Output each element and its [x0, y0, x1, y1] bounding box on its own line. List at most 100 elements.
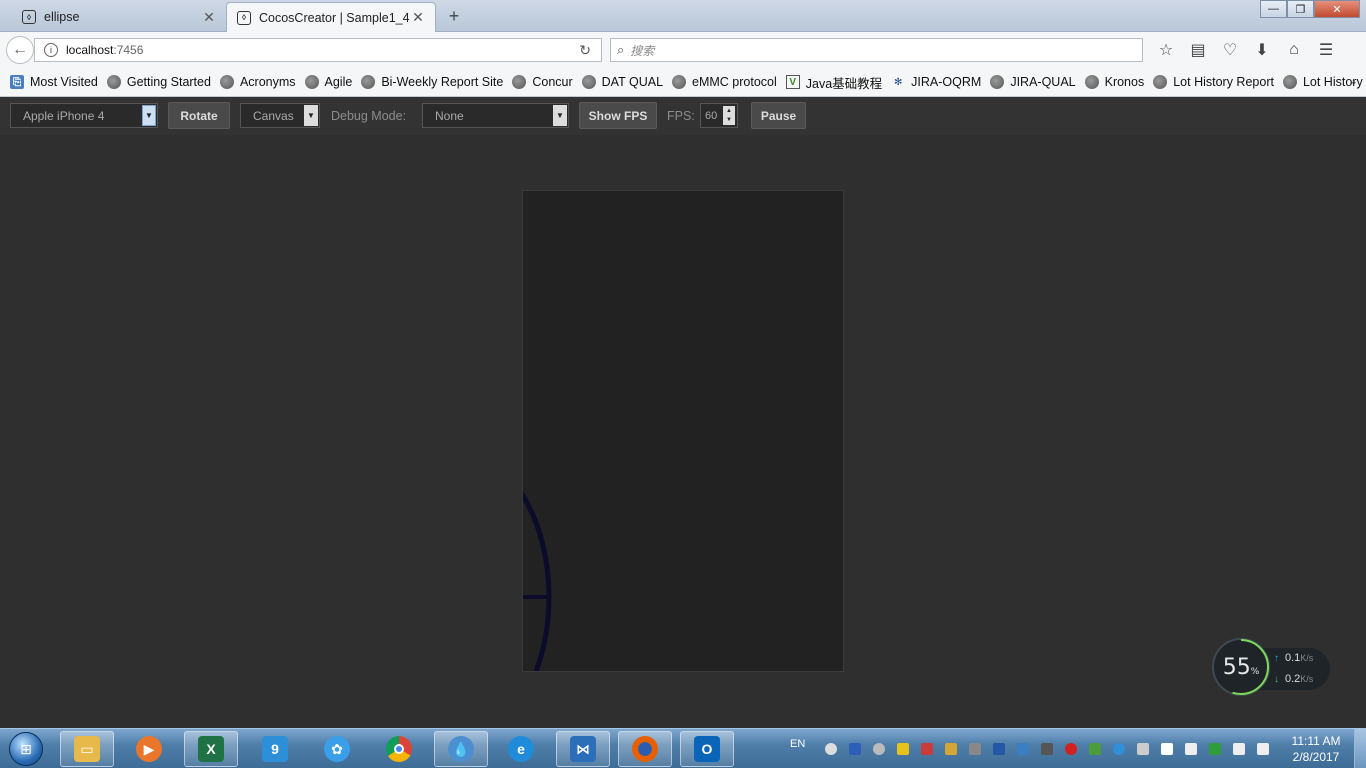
- taskbar-chrome[interactable]: [372, 731, 426, 767]
- bookmark-acronyms[interactable]: Acronyms: [219, 75, 296, 89]
- signal-icon[interactable]: [1233, 743, 1246, 755]
- fps-spinner[interactable]: ▲ ▼: [723, 106, 735, 125]
- debug-mode-select[interactable]: None ▼: [422, 103, 569, 128]
- close-tab-icon[interactable]: ✕: [202, 9, 216, 26]
- globe-icon: [672, 75, 687, 89]
- tray-n-icon[interactable]: [969, 743, 982, 755]
- taskbar-clock[interactable]: 11:11 AM 2/8/2017: [1286, 733, 1346, 765]
- minimize-button[interactable]: —: [1260, 0, 1287, 18]
- tray-circle-icon[interactable]: [873, 743, 886, 755]
- bookmark-jira-oqrm[interactable]: ✻ JIRA-OQRM: [891, 75, 981, 89]
- tray-green-icon[interactable]: [1089, 743, 1102, 755]
- tray-globe-icon[interactable]: [1113, 743, 1126, 755]
- language-indicator[interactable]: EN: [790, 738, 805, 750]
- taskbar-excel[interactable]: X: [184, 731, 238, 767]
- windows-logo-icon: ⊞: [9, 732, 43, 766]
- pause-button[interactable]: Pause: [751, 102, 806, 129]
- taskbar-media-player[interactable]: ▶: [122, 731, 176, 767]
- mail-icon[interactable]: [945, 743, 958, 755]
- bookmark-emmc-protocol[interactable]: eMMC protocol: [672, 75, 777, 89]
- device-select[interactable]: Apple iPhone 4 ▼: [10, 103, 158, 128]
- taskbar-vscode[interactable]: ⋈: [556, 731, 610, 767]
- show-fps-button[interactable]: Show FPS: [579, 102, 657, 129]
- excel-icon: X: [198, 736, 224, 762]
- bookmark-getting-started[interactable]: Getting Started: [106, 75, 211, 89]
- bookmark-label: Agile: [324, 75, 353, 89]
- renderer-select[interactable]: Canvas ▼: [240, 103, 320, 128]
- taskbar-ie[interactable]: e: [494, 731, 548, 767]
- bookmark-agile[interactable]: Agile: [304, 75, 353, 89]
- search-input[interactable]: ⌕ 搜索: [610, 38, 1143, 62]
- search-icon: ⌕: [617, 42, 625, 57]
- bookmark-star-icon[interactable]: ☆: [1150, 38, 1182, 62]
- bookmark-label: Kronos: [1104, 75, 1145, 89]
- taskbar-outlook[interactable]: O: [680, 731, 734, 767]
- action-center-flag-icon[interactable]: [1161, 743, 1174, 755]
- security-icon[interactable]: [897, 743, 910, 755]
- bookmark-label: Lot History Report: [1173, 75, 1274, 89]
- close-window-button[interactable]: ✕: [1314, 0, 1360, 18]
- url-bar[interactable]: i localhost:7456 ↻: [34, 38, 602, 62]
- volume-icon[interactable]: [1257, 743, 1270, 755]
- bookmarks-overflow-button[interactable]: »: [1349, 75, 1356, 89]
- spin-down-icon[interactable]: ▼: [726, 117, 732, 123]
- download-speed: ↓ 0.2 K/s: [1274, 673, 1313, 685]
- tab-ellipse[interactable]: ◊ ellipse ✕: [12, 2, 226, 32]
- globe-icon: [581, 75, 596, 89]
- pocket-icon[interactable]: ♡: [1214, 38, 1246, 62]
- tray-blue-icon[interactable]: [1017, 743, 1030, 755]
- bookmark-lot-history-report[interactable]: Lot History Report: [1153, 75, 1274, 89]
- close-tab-icon[interactable]: ✕: [411, 9, 425, 26]
- tray-tools-icon[interactable]: [1041, 743, 1054, 755]
- url-host: localhost: [66, 43, 114, 57]
- menu-icon[interactable]: ☰: [1310, 38, 1342, 62]
- bookmark-label: Java基础教程: [805, 76, 883, 91]
- bookmark-dat-qual[interactable]: DAT QUAL: [581, 75, 663, 89]
- globe-icon: [1282, 75, 1297, 89]
- taskbar-firefox[interactable]: [618, 731, 672, 767]
- navigation-bar: ← i localhost:7456 ↻ ⌕ 搜索 ☆ ▤ ♡ ⬇ ⌂ ☰: [0, 32, 1366, 68]
- taskbar-explorer[interactable]: ▭: [60, 731, 114, 767]
- bookmark-jira-qual[interactable]: JIRA-QUAL: [990, 75, 1076, 89]
- bookmark-concur[interactable]: Concur: [512, 75, 573, 89]
- tray-red-icon[interactable]: [921, 743, 934, 755]
- taskbar-app-blue[interactable]: 9: [248, 731, 302, 767]
- fps-input[interactable]: 60 ▲ ▼: [700, 103, 738, 128]
- download-icon[interactable]: ⬇: [1246, 38, 1278, 62]
- reading-list-icon[interactable]: ▤: [1182, 38, 1214, 62]
- shield-icon[interactable]: [849, 743, 862, 755]
- network-monitor-widget[interactable]: 55% ↑ 0.1 K/s ↓ 0.2 K/s: [1212, 638, 1330, 696]
- search-placeholder: 搜索: [630, 43, 655, 58]
- site-info-icon[interactable]: i: [44, 43, 58, 57]
- rotate-button[interactable]: Rotate: [168, 102, 230, 129]
- bookmark-kronos[interactable]: Kronos: [1084, 75, 1145, 89]
- tray-stop-icon[interactable]: [1065, 743, 1078, 755]
- tab-title: ellipse: [44, 10, 80, 24]
- back-button[interactable]: ←: [6, 36, 34, 64]
- tray-window-icon[interactable]: [1137, 743, 1150, 755]
- bookmark-java[interactable]: V Java基础教程: [785, 73, 883, 92]
- globe-icon: [512, 75, 527, 89]
- home-icon[interactable]: ⌂: [1278, 38, 1310, 62]
- reload-icon[interactable]: ↻: [579, 42, 591, 59]
- bookmark-label: Concur: [532, 75, 573, 89]
- start-button[interactable]: ⊞: [4, 730, 48, 768]
- bookmark-bi-weekly[interactable]: Bi-Weekly Report Site: [361, 75, 503, 89]
- taskbar-cloud-app[interactable]: ✿: [310, 731, 364, 767]
- bluetooth-icon[interactable]: [993, 743, 1006, 755]
- maximize-button[interactable]: ❐: [1287, 0, 1314, 18]
- new-tab-button[interactable]: +: [444, 4, 464, 28]
- network-icon[interactable]: [1209, 743, 1222, 755]
- upload-arrow-icon: ↑: [1274, 652, 1279, 664]
- show-desktop-button[interactable]: [1354, 729, 1366, 768]
- tab-cocoscreator[interactable]: ◊ CocosCreator | Sample1_4 ✕: [226, 2, 436, 32]
- cloud-app-icon: ✿: [324, 736, 350, 762]
- globe-icon: [361, 75, 376, 89]
- taskbar-drop-app[interactable]: 💧: [434, 731, 488, 767]
- folder-icon: ▭: [74, 736, 100, 762]
- spin-up-icon[interactable]: ▲: [726, 108, 732, 114]
- game-canvas[interactable]: [522, 190, 844, 672]
- tray-app-icon[interactable]: [825, 743, 838, 755]
- bookmark-most-visited[interactable]: ⎘ Most Visited: [10, 75, 98, 89]
- battery-icon[interactable]: [1185, 743, 1198, 755]
